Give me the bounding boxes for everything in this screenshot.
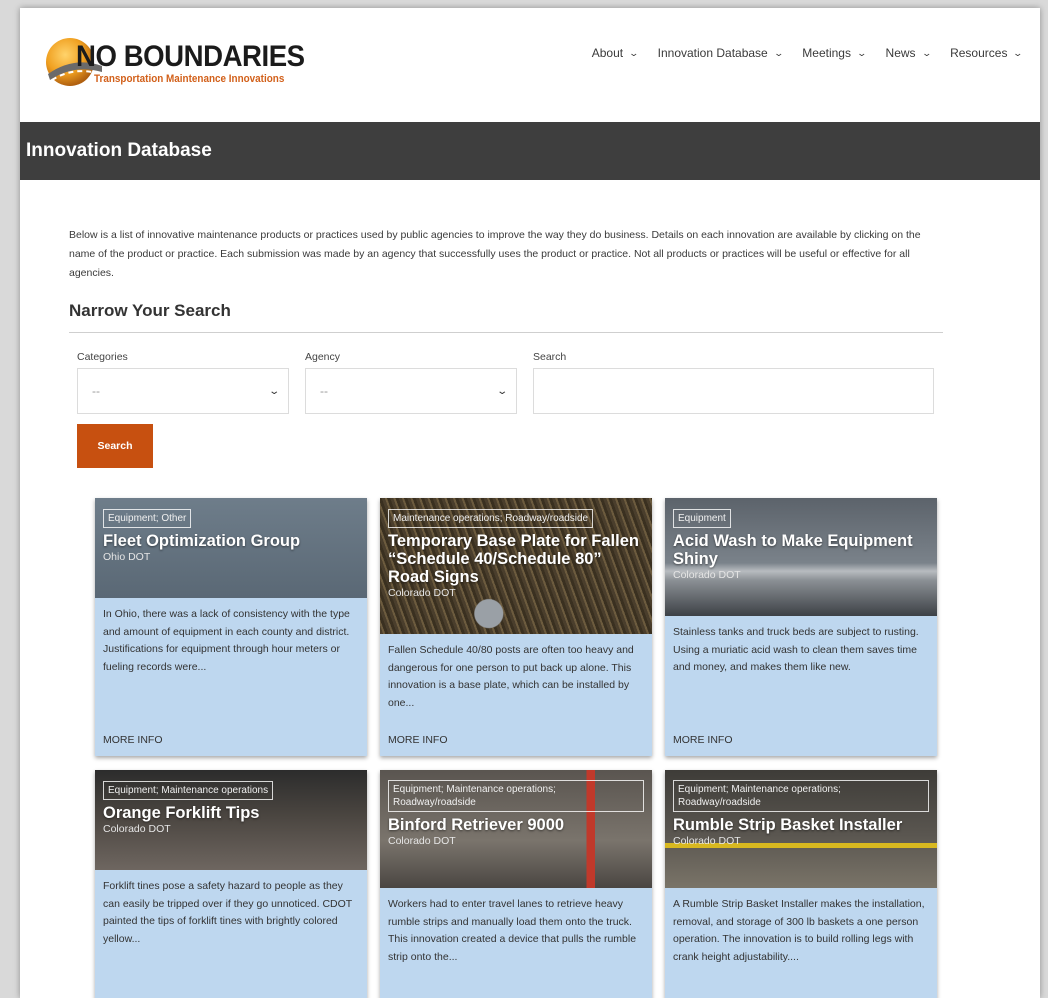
nav-label: About (591, 46, 624, 60)
page-title: Innovation Database (26, 140, 212, 161)
card-category-tag: Equipment; Maintenance operations; Roadw… (673, 780, 929, 812)
card-title[interactable]: Binford Retriever 9000 (388, 816, 644, 834)
card-image: Equipment; Maintenance operations; Roadw… (380, 770, 652, 888)
innovation-card[interactable]: Equipment; Maintenance operations; Roadw… (665, 770, 937, 998)
nav-label: Meetings (802, 46, 851, 60)
site-logo[interactable]: NO BOUNDARIES Transportation Maintenance… (30, 22, 305, 92)
card-agency: Colorado DOT (673, 835, 741, 847)
chevron-down-icon: ⌄ (267, 385, 280, 397)
card-category-tag: Maintenance operations; Roadway/roadside (388, 509, 594, 528)
chevron-down-icon: ⌄ (495, 385, 508, 397)
nav-item-about[interactable]: About ⌄ (582, 46, 648, 60)
intro-text: Below is a list of innovative maintenanc… (69, 229, 921, 279)
search-button[interactable]: Search (77, 424, 153, 468)
card-agency: Colorado DOT (388, 835, 456, 847)
nav-label: Innovation Database (657, 46, 768, 60)
card-description: A Rumble Strip Basket Installer makes th… (673, 898, 925, 963)
search-input[interactable] (533, 368, 934, 414)
card-agency: Ohio DOT (103, 551, 151, 563)
logo-title: NO BOUNDARIES (76, 40, 305, 73)
more-info-link[interactable]: MORE INFO (388, 734, 448, 746)
card-agency: Colorado DOT (673, 569, 741, 581)
card-image: Equipment Acid Wash to Make Equipment Sh… (665, 498, 937, 616)
page-title-bar: Innovation Database (20, 122, 1040, 180)
card-agency: Colorado DOT (103, 823, 171, 835)
innovation-card[interactable]: Equipment; Maintenance operations; Roadw… (380, 770, 652, 998)
card-title[interactable]: Fleet Optimization Group (103, 532, 359, 550)
agency-label: Agency (305, 351, 341, 363)
categories-value: -- (92, 384, 100, 398)
categories-label: Categories (77, 351, 128, 363)
card-image: Maintenance operations; Roadway/roadside… (380, 498, 652, 634)
nav-item-news[interactable]: News ⌄ (876, 46, 941, 60)
card-description: Workers had to enter travel lanes to ret… (388, 898, 637, 963)
card-category-tag: Equipment; Other (103, 509, 192, 528)
nav-label: Resources (950, 46, 1008, 60)
nav-item-resources[interactable]: Resources ⌄ (940, 46, 1032, 60)
main-content: Below is a list of innovative maintenanc… (69, 226, 945, 468)
chevron-down-icon: ⌄ (921, 47, 932, 58)
card-title[interactable]: Temporary Base Plate for Fallen “Schedul… (388, 532, 644, 586)
chevron-down-icon: ⌄ (628, 47, 640, 58)
card-description: Stainless tanks and truck beds are subje… (673, 626, 919, 673)
search-label: Search (533, 351, 567, 363)
card-image: Equipment; Maintenance operations; Roadw… (665, 770, 937, 888)
agency-select[interactable]: -- ⌄ (305, 368, 517, 414)
more-info-link[interactable]: MORE INFO (673, 734, 733, 746)
main-nav: About ⌄ Innovation Database ⌄ Meetings ⌄ Ne… (582, 46, 1032, 60)
card-title[interactable]: Orange Forklift Tips (103, 804, 359, 822)
innovation-card[interactable]: Equipment; Other Fleet Optimization Grou… (95, 498, 367, 756)
innovation-card[interactable]: Equipment; Maintenance operations Orange… (95, 770, 367, 998)
categories-filter: Categories -- ⌄ (77, 351, 289, 414)
card-title[interactable]: Acid Wash to Make Equipment Shiny (673, 532, 929, 568)
innovation-card[interactable]: Equipment Acid Wash to Make Equipment Sh… (665, 498, 937, 756)
card-category-tag: Equipment (673, 509, 731, 528)
agency-value: -- (320, 384, 328, 398)
site-header: NO BOUNDARIES Transportation Maintenance… (20, 8, 1040, 122)
search-filter: Search (533, 351, 934, 414)
chevron-down-icon: ⌄ (1012, 47, 1024, 58)
nav-label: News (885, 46, 916, 60)
card-description: In Ohio, there was a lack of consistency… (103, 608, 350, 673)
chevron-down-icon: ⌄ (856, 47, 868, 58)
categories-select[interactable]: -- ⌄ (77, 368, 289, 414)
chevron-down-icon: ⌄ (773, 47, 784, 58)
nav-item-meetings[interactable]: Meetings ⌄ (792, 46, 875, 60)
card-description: Forklift tines pose a safety hazard to p… (103, 880, 353, 945)
nav-item-innovation-database[interactable]: Innovation Database ⌄ (648, 46, 793, 60)
card-agency: Colorado DOT (388, 587, 456, 599)
card-category-tag: Equipment; Maintenance operations (103, 781, 274, 800)
agency-filter: Agency -- ⌄ (305, 351, 517, 414)
search-filters: Categories -- ⌄ Agency -- ⌄ Search (69, 351, 945, 414)
innovation-card[interactable]: Maintenance operations; Roadway/roadside… (380, 498, 652, 756)
card-category-tag: Equipment; Maintenance operations; Roadw… (388, 780, 644, 812)
card-image: Equipment; Maintenance operations Orange… (95, 770, 367, 870)
card-description: Fallen Schedule 40/80 posts are often to… (388, 644, 634, 709)
logo-subtitle: Transportation Maintenance Innovations (94, 73, 285, 85)
more-info-link[interactable]: MORE INFO (103, 734, 163, 746)
card-title[interactable]: Rumble Strip Basket Installer (673, 816, 929, 834)
card-image: Equipment; Other Fleet Optimization Grou… (95, 498, 367, 598)
narrow-search-heading: Narrow Your Search (69, 301, 943, 333)
